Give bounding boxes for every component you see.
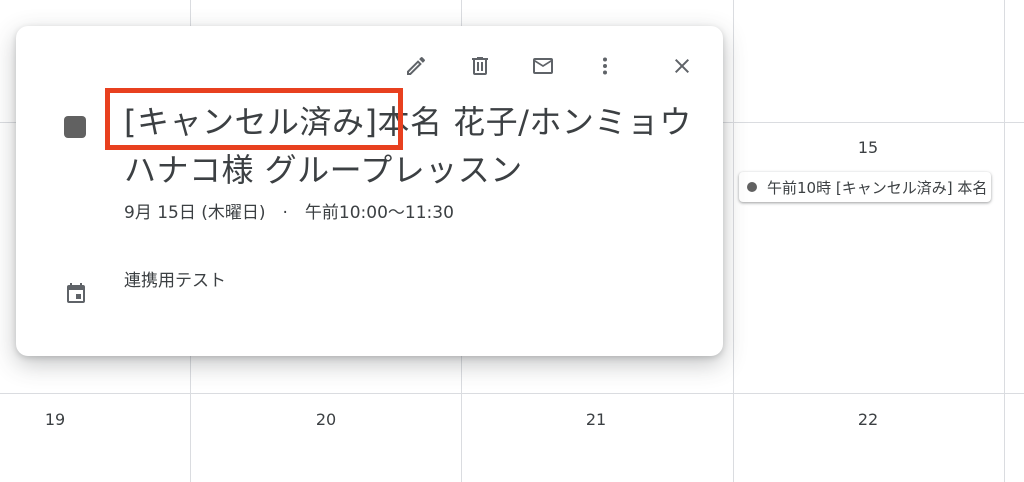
day-number-15[interactable]: 15: [838, 138, 898, 157]
delete-button[interactable]: [460, 46, 500, 86]
day-number-20[interactable]: 20: [296, 410, 356, 429]
trash-icon: [468, 54, 492, 78]
close-icon: [670, 54, 694, 78]
event-date-time: 9月 15日 (木曜日) · 午前10:00〜11:30: [124, 203, 454, 223]
event-color-square: [64, 116, 86, 138]
more-vert-icon: [593, 54, 617, 78]
grid-line: [0, 393, 1024, 394]
mail-icon: [530, 54, 556, 78]
grid-line: [1004, 0, 1005, 482]
grid-line: [733, 0, 734, 482]
event-chip-label: 午前10時 [キャンセル済み] 本名 花子/ホンミョウ ハナコ様 グループレッス…: [767, 178, 991, 197]
day-number-22[interactable]: 22: [838, 410, 898, 429]
day-number-19[interactable]: 19: [25, 410, 85, 429]
event-details-popup: [キャンセル済み]本名 花子/ホンミョウ ハナコ様 グループレッスン 9月 15…: [16, 26, 723, 356]
event-chip[interactable]: 午前10時 [キャンセル済み] 本名 花子/ホンミョウ ハナコ様 グループレッス…: [739, 172, 991, 202]
day-number-21[interactable]: 21: [566, 410, 626, 429]
calendar-icon: [64, 282, 88, 306]
calendar-name: 連携用テスト: [124, 271, 226, 291]
calendar-month-view: 15 19 20 21 22 午前10時 [キャンセル済み] 本名 花子/ホンミ…: [0, 0, 1024, 482]
pencil-icon: [404, 54, 428, 78]
highlight-annotation-box: [105, 88, 403, 150]
edit-button[interactable]: [396, 46, 436, 86]
more-options-button[interactable]: [585, 46, 625, 86]
event-color-dot: [747, 182, 757, 192]
email-guests-button[interactable]: [523, 46, 563, 86]
close-button[interactable]: [662, 46, 702, 86]
